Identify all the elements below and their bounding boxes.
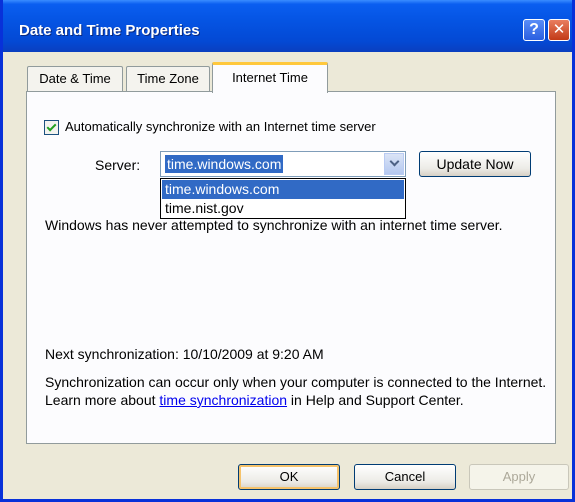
server-combobox-value[interactable]: time.windows.com [165,155,284,173]
server-dropdown-list: time.windows.com time.nist.gov [160,178,406,219]
checkmark-icon [46,121,57,132]
cancel-button[interactable]: Cancel [354,464,456,490]
server-option-time-windows[interactable]: time.windows.com [162,180,404,199]
tab-internet-time[interactable]: Internet Time [212,62,328,93]
apply-button[interactable]: Apply [469,464,569,490]
help-icon: ? [529,21,539,38]
next-sync-text: Next synchronization: 10/10/2009 at 9:20… [45,346,324,362]
server-option-time-nist[interactable]: time.nist.gov [162,199,404,218]
ok-button[interactable]: OK [238,464,340,490]
auto-sync-checkbox[interactable] [44,120,59,135]
time-synchronization-link[interactable]: time synchronization [159,392,287,408]
date-time-properties-window: Date and Time Properties ? ✕ Date & Time… [0,0,575,502]
server-dropdown-button[interactable] [384,153,404,175]
title-bar[interactable]: Date and Time Properties ? ✕ [3,0,572,52]
close-button[interactable]: ✕ [548,19,570,41]
server-label: Server: [95,157,141,173]
help-button[interactable]: ? [523,19,545,41]
internet-time-panel: Automatically synchronize with an Intern… [26,91,556,444]
tab-time-zone[interactable]: Time Zone [126,66,210,92]
sync-info-suffix: in Help and Support Center. [287,392,464,408]
auto-sync-label[interactable]: Automatically synchronize with an Intern… [65,119,376,134]
chevron-down-icon [389,156,400,167]
update-now-button[interactable]: Update Now [419,151,531,177]
tab-date-time[interactable]: Date & Time [27,66,123,92]
window-title: Date and Time Properties [19,22,200,39]
close-icon: ✕ [552,21,566,38]
sync-info-text: Synchronization can occur only when your… [45,373,550,409]
server-combobox[interactable]: time.windows.com [160,151,406,177]
